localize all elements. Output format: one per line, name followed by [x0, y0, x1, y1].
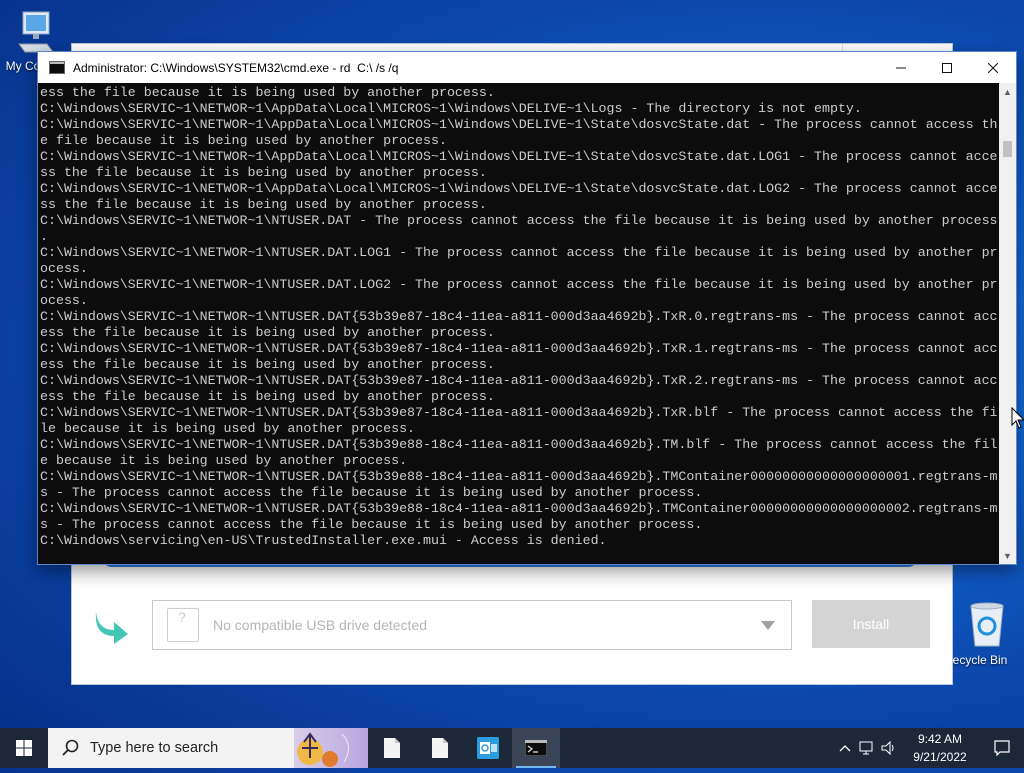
console-line: ss the file because it is being used by … [40, 197, 487, 212]
search-placeholder: Type here to search [90, 740, 219, 756]
clock-time: 9:42 AM [917, 732, 963, 746]
console-line: ocess. [40, 261, 88, 276]
console-line: ess the file because it is being used by… [40, 325, 495, 340]
cmd-titlebar[interactable]: Administrator: C:\Windows\SYSTEM32\cmd.e… [38, 52, 1016, 83]
console-output[interactable]: ess the file because it is being used by… [38, 83, 999, 564]
close-button[interactable] [970, 52, 1016, 83]
scroll-up-arrow-icon[interactable]: ▲ [999, 83, 1016, 100]
console-line: ess the file because it is being used by… [40, 389, 495, 404]
console-line: s - The process cannot access the file b… [40, 485, 703, 500]
cmd-icon [525, 740, 547, 756]
console-line: C:\Windows\SERVIC~1\NETWOR~1\AppData\Loc… [40, 181, 998, 196]
install-button[interactable]: Install [812, 600, 930, 648]
maximize-button[interactable] [924, 52, 970, 83]
windows-logo-icon [16, 740, 32, 756]
taskbar-app-outlook[interactable] [464, 728, 512, 768]
console-line: C:\Windows\SERVIC~1\NETWOR~1\NTUSER.DAT{… [40, 469, 998, 484]
desktop-icon-recycle-bin[interactable]: ecycle Bin [940, 600, 1020, 667]
console-line: C:\Windows\SERVIC~1\NETWOR~1\AppData\Loc… [40, 117, 998, 132]
console-line: ocess. [40, 293, 88, 308]
console-line: le because it is being used by another p… [40, 421, 416, 436]
taskbar-search-box[interactable]: Type here to search [48, 728, 368, 768]
console-line: C:\Windows\SERVIC~1\NETWOR~1\AppData\Loc… [40, 101, 862, 116]
console-line: C:\Windows\servicing\en-US\TrustedInstal… [40, 533, 607, 548]
arrow-icon [95, 612, 128, 644]
minimize-icon [896, 67, 906, 68]
cmd-icon [49, 61, 65, 74]
taskbar-clock[interactable]: 9:42 AM 9/21/2022 [900, 730, 980, 766]
taskbar-app-file-1[interactable] [368, 728, 416, 768]
taskbar-app-cmd[interactable] [512, 728, 560, 768]
console-line: ess the file because it is being used by… [40, 85, 495, 100]
usb-select-placeholder: No compatible USB drive detected [213, 617, 427, 633]
console-line: C:\Windows\SERVIC~1\NETWOR~1\AppData\Loc… [40, 149, 998, 164]
console-line: s - The process cannot access the file b… [40, 517, 703, 532]
tray-chevron-up-icon[interactable] [834, 744, 856, 752]
network-icon[interactable] [856, 741, 878, 755]
console-line: C:\Windows\SERVIC~1\NETWOR~1\NTUSER.DAT{… [40, 341, 998, 356]
console-line: C:\Windows\SERVIC~1\NETWOR~1\NTUSER.DAT.… [40, 245, 998, 260]
console-line: . [40, 229, 48, 244]
usb-drive-select[interactable]: No compatible USB drive detected [152, 600, 792, 650]
console-line: C:\Windows\SERVIC~1\NETWOR~1\NTUSER.DAT … [40, 213, 998, 228]
chevron-down-icon [761, 620, 775, 630]
computer-icon [18, 11, 54, 53]
outlook-icon [477, 737, 499, 759]
console-line: ss the file because it is being used by … [40, 165, 487, 180]
vertical-scrollbar[interactable]: ▲ ▼ [999, 83, 1016, 564]
taskbar-app-file-2[interactable] [416, 728, 464, 768]
recycle-bin-icon [970, 602, 1004, 647]
desktop-icon-label: ecycle Bin [952, 653, 1008, 667]
file-icon [432, 738, 448, 758]
console-line: C:\Windows\SERVIC~1\NETWOR~1\NTUSER.DAT{… [40, 437, 998, 452]
cmd-window[interactable]: Administrator: C:\Windows\SYSTEM32\cmd.e… [38, 52, 1016, 564]
console-line: C:\Windows\SERVIC~1\NETWOR~1\NTUSER.DAT{… [40, 309, 998, 324]
console-line: C:\Windows\SERVIC~1\NETWOR~1\NTUSER.DAT{… [40, 373, 998, 388]
scroll-down-arrow-icon[interactable]: ▼ [999, 547, 1016, 564]
taskbar: Type here to search 9:42 AM 9/21/2022 [0, 728, 1024, 768]
notification-icon [994, 740, 1010, 756]
search-icon [62, 739, 79, 756]
notification-center-button[interactable] [980, 740, 1024, 756]
usb-drive-icon [167, 608, 199, 642]
resize-cursor-icon [1011, 407, 1024, 429]
clock-date: 9/21/2022 [913, 750, 967, 764]
window-title: Administrator: C:\Windows\SYSTEM32\cmd.e… [73, 60, 399, 75]
minimize-button[interactable] [878, 52, 924, 83]
console-line: C:\Windows\SERVIC~1\NETWOR~1\NTUSER.DAT.… [40, 277, 998, 292]
volume-icon[interactable] [878, 741, 900, 755]
search-highlight-illustration [294, 728, 368, 768]
scrollbar-thumb[interactable] [1003, 141, 1012, 157]
system-tray: 9:42 AM 9/21/2022 [834, 728, 1024, 768]
file-icon [384, 738, 400, 758]
console-line: e file because it is being used by anoth… [40, 133, 447, 148]
console-line: ess the file because it is being used by… [40, 357, 495, 372]
console-line: e because it is being used by another pr… [40, 453, 408, 468]
console-line: C:\Windows\SERVIC~1\NETWOR~1\NTUSER.DAT{… [40, 405, 998, 420]
close-icon [988, 62, 998, 73]
console-line: C:\Windows\SERVIC~1\NETWOR~1\NTUSER.DAT{… [40, 501, 998, 516]
start-button[interactable] [0, 728, 48, 768]
maximize-icon [942, 62, 952, 73]
